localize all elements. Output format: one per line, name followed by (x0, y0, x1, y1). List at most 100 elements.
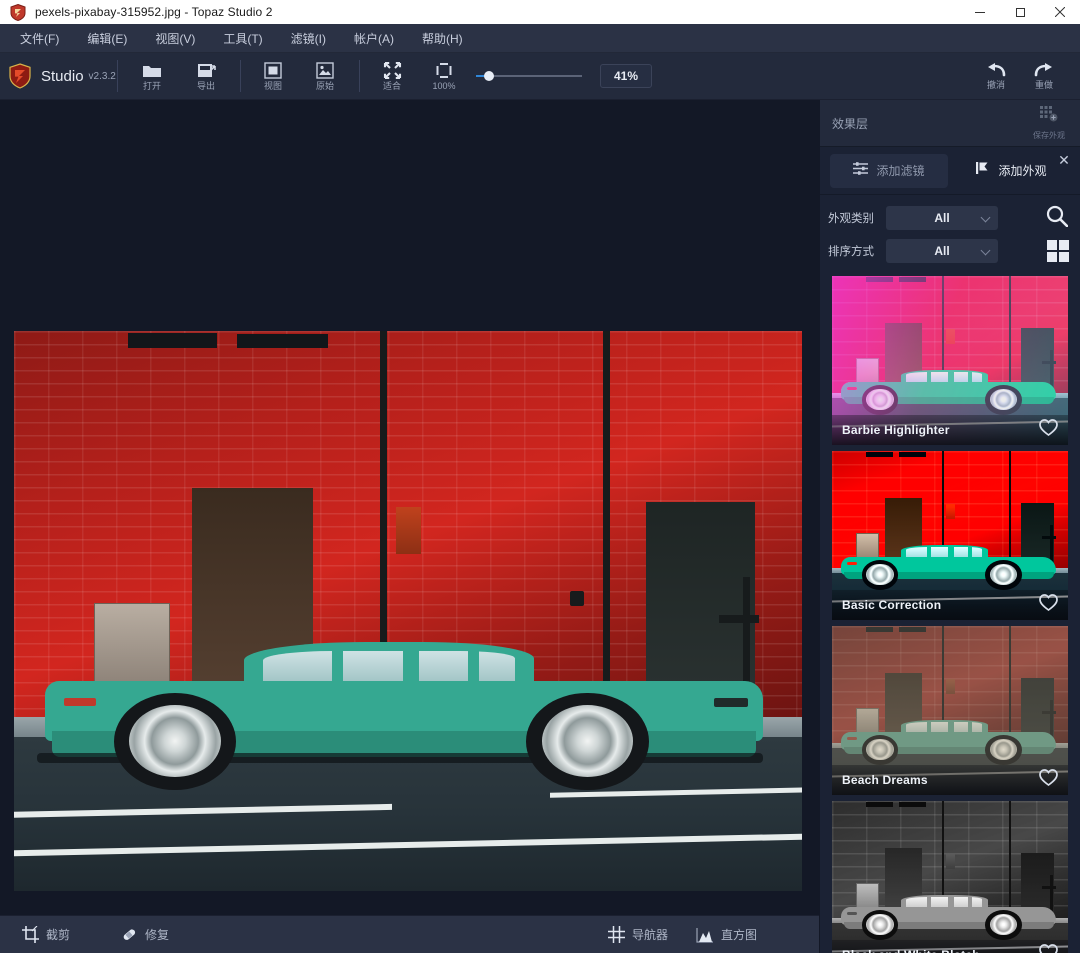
car-rim-rear (129, 705, 221, 777)
car (22, 639, 786, 807)
zoom-slider-track[interactable] (476, 75, 582, 77)
look-caption-bar: Beach Dreams (832, 765, 1068, 795)
menu-item-view[interactable]: 视图(V) (141, 25, 209, 52)
look-list[interactable]: Barbie Highlighter (820, 276, 1080, 953)
zoom-value: 41% (614, 69, 638, 83)
look-thumbnail (832, 801, 1068, 953)
heal-label: 修复 (145, 926, 169, 943)
wall-sign (396, 507, 421, 554)
main-toolbar: Studio v2.3.2 打开 导出 (0, 53, 1080, 100)
close-button[interactable] (1040, 0, 1080, 24)
navigator-label: 导航器 (632, 926, 668, 943)
export-icon (197, 62, 216, 80)
undo-label: 撤消 (987, 81, 1005, 90)
zoom-input[interactable]: 41% (600, 64, 652, 88)
door-hardware (719, 615, 758, 623)
original-button[interactable]: 原始 (303, 53, 347, 100)
list-item[interactable]: Beach Dreams (832, 626, 1068, 795)
look-name: Black and White Blotch (842, 948, 980, 953)
heart-icon[interactable] (1039, 944, 1058, 953)
look-caption-bar: Barbie Highlighter (832, 415, 1068, 445)
effects-panel-title: 效果层 (832, 115, 868, 132)
photo-preview[interactable] (14, 331, 802, 891)
toolbar-history-group: 撤消 重做 (972, 53, 1080, 100)
save-look-button[interactable]: 保存外观 (1026, 105, 1072, 141)
heart-icon[interactable] (1039, 594, 1058, 616)
open-label: 打开 (143, 82, 161, 91)
folder-icon (142, 62, 162, 80)
view-label: 视图 (264, 82, 282, 91)
sliders-icon (853, 162, 868, 180)
zoom-slider-handle[interactable] (484, 71, 494, 81)
status-bar: 截剪 修复 (0, 915, 819, 953)
list-item[interactable]: Black and White Blotch (832, 801, 1068, 953)
histogram-label: 直方图 (721, 926, 757, 943)
brand-version: v2.3.2 (89, 71, 116, 82)
chevron-down-icon (981, 245, 991, 255)
brand-name: Studio (41, 68, 84, 85)
toolbar-view-group: 视图 原始 (251, 53, 347, 100)
redo-button[interactable]: 重做 (1020, 53, 1068, 100)
maximize-button[interactable] (1000, 0, 1040, 24)
view-button[interactable]: 视图 (251, 53, 295, 100)
navigator-button[interactable]: 导航器 (594, 916, 682, 953)
redo-label: 重做 (1035, 81, 1053, 90)
menu-item-edit[interactable]: 编辑(E) (73, 25, 141, 52)
menu-item-help[interactable]: 帮助(H) (408, 25, 477, 52)
heart-icon[interactable] (1039, 419, 1058, 441)
minimize-button[interactable] (960, 0, 1000, 24)
look-category-select[interactable]: All (886, 206, 998, 230)
look-name: Beach Dreams (842, 773, 928, 787)
crop-button[interactable]: 截剪 (8, 916, 84, 953)
crop-icon (22, 926, 39, 943)
look-category-value: All (934, 211, 949, 225)
actual-size-button[interactable]: 100% (422, 53, 466, 100)
export-button[interactable]: 导出 (184, 53, 228, 100)
car-taillight (64, 698, 96, 706)
effects-panel-header: 效果层 保存外 (820, 100, 1080, 147)
heart-icon[interactable] (1039, 769, 1058, 791)
sort-by-value: All (934, 244, 949, 258)
tab-add-filter[interactable]: 添加滤镜 (830, 154, 948, 188)
histogram-button[interactable]: 直方图 (682, 916, 771, 953)
menu-item-file[interactable]: 文件(F) (6, 25, 73, 52)
title-bar: pexels-pixabay-315952.jpg - Topaz Studio… (0, 0, 1080, 24)
app-body: 截剪 修复 (0, 100, 1080, 953)
toolbar-file-group: 打开 导出 (130, 53, 228, 100)
car-rim-front (542, 705, 634, 777)
zoom-slider[interactable] (476, 53, 582, 100)
look-filter-controls: 外观类别 All 排序方式 All (820, 195, 1080, 276)
open-button[interactable]: 打开 (130, 53, 174, 100)
search-icon[interactable] (1046, 205, 1068, 232)
image-canvas[interactable]: 截剪 修复 (0, 100, 819, 953)
toolbar-divider-2 (240, 60, 241, 92)
tab-add-look[interactable]: 添加外观 (956, 154, 1066, 188)
undo-icon (985, 62, 1007, 80)
heal-button[interactable]: 修复 (106, 916, 183, 953)
window-controls (960, 0, 1080, 24)
undo-button[interactable]: 撤消 (972, 53, 1020, 100)
actual-size-icon (435, 62, 453, 80)
effects-panel-tabs: 添加滤镜 添加外观 ✕ (820, 147, 1080, 195)
close-panel-icon[interactable]: ✕ (1057, 153, 1071, 167)
list-item[interactable]: Barbie Highlighter (832, 276, 1068, 445)
sort-by-select[interactable]: All (886, 239, 998, 263)
list-item[interactable]: Basic Correction (832, 451, 1068, 620)
window-title: pexels-pixabay-315952.jpg - Topaz Studio… (35, 5, 272, 19)
fit-arrows-icon (383, 62, 402, 80)
menu-item-account[interactable]: 帐户(A) (340, 25, 408, 52)
original-label: 原始 (316, 82, 334, 91)
topaz-studio-window: pexels-pixabay-315952.jpg - Topaz Studio… (0, 0, 1080, 953)
car-headlight (714, 698, 748, 707)
app-brand: Studio v2.3.2 (0, 63, 117, 89)
wall-vent-right (237, 334, 328, 347)
fit-button[interactable]: 适合 (370, 53, 414, 100)
wall-vent-left (128, 333, 216, 348)
grid-view-icon[interactable] (1046, 239, 1070, 268)
menu-item-filters[interactable]: 滤镜(I) (277, 25, 340, 52)
effects-panel: 效果层 保存外 (819, 100, 1080, 953)
bandage-icon (120, 926, 138, 944)
road-line-2 (14, 834, 802, 857)
menu-item-tools[interactable]: 工具(T) (209, 25, 276, 52)
toolbar-divider-3 (359, 60, 360, 92)
